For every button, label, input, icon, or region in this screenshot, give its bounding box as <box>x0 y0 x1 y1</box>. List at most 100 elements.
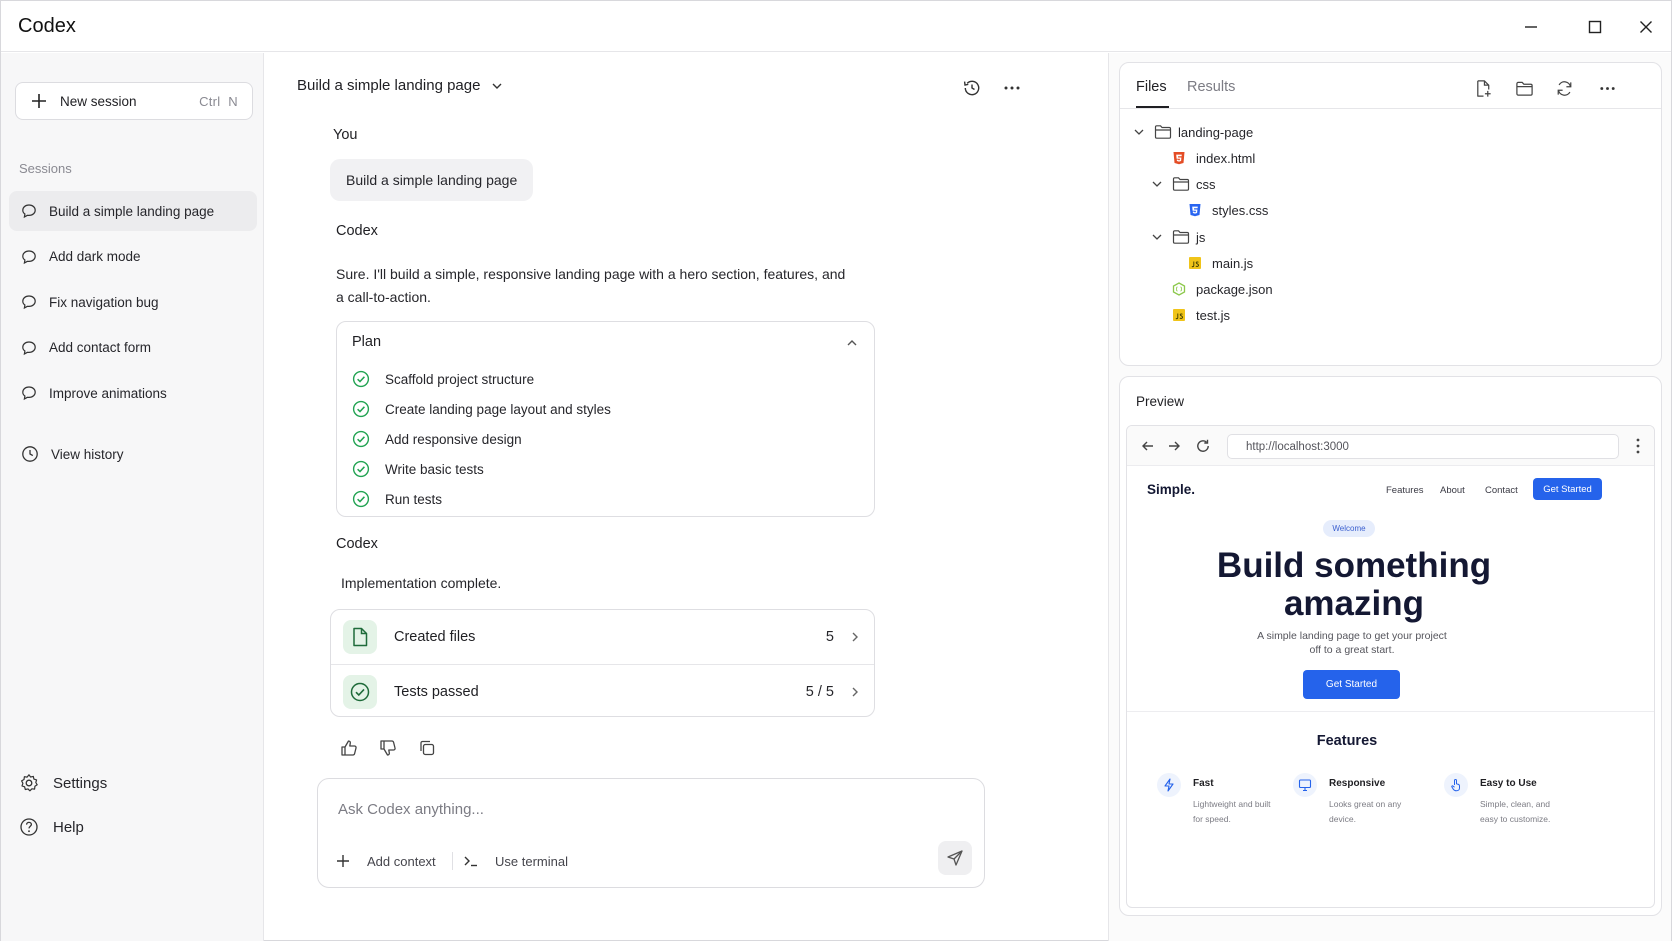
preview-title: Preview <box>1136 394 1185 409</box>
site-get-started-hero[interactable]: Get Started <box>1303 670 1400 699</box>
reload-button[interactable] <box>1194 437 1212 455</box>
hero-subtitle-line-1: A simple landing page to get your projec… <box>1257 630 1447 642</box>
thumbs-up-icon <box>341 740 357 756</box>
chevron-up-icon[interactable] <box>844 335 860 351</box>
feature-desc: Simple, clean, and easy to customize. <box>1480 797 1570 827</box>
settings-button[interactable]: Settings <box>9 763 257 803</box>
plan-item-label: Write basic tests <box>385 461 484 477</box>
close-window-button[interactable] <box>1623 11 1669 43</box>
view-history-link[interactable]: View history <box>9 434 257 474</box>
chat-bubble-icon <box>22 249 36 264</box>
send-button[interactable] <box>938 841 972 875</box>
tests-passed-count: 5 / 5 <box>805 683 834 700</box>
more-options-button[interactable] <box>999 75 1025 101</box>
session-label: Add contact form <box>49 340 152 355</box>
session-list: Build a simple landing page Add dark mod… <box>9 191 257 419</box>
browser-frame: http://localhost:3000 Simple. Features A… <box>1126 425 1655 908</box>
session-title-dropdown[interactable]: Build a simple landing page <box>297 77 504 94</box>
tree-label: js <box>1196 229 1206 245</box>
session-item-dark-mode[interactable]: Add dark mode <box>9 237 257 277</box>
add-context-button[interactable]: Add context <box>335 849 436 873</box>
session-label: Build a simple landing page <box>49 203 215 219</box>
new-session-button[interactable]: New session Ctrl N <box>15 82 253 120</box>
folder-icon <box>1172 177 1190 191</box>
help-button[interactable]: Help <box>9 807 257 847</box>
tab-files[interactable]: Files <box>1136 79 1167 95</box>
feature-desc-line: device. <box>1329 814 1356 824</box>
plan-list: Scaffold project structure Create landin… <box>352 364 611 514</box>
tree-file-package-json[interactable]: package.json <box>1172 278 1273 300</box>
folder-icon <box>1172 230 1190 244</box>
url-field[interactable]: http://localhost:3000 <box>1227 434 1619 459</box>
copy-button[interactable] <box>416 737 438 759</box>
thumbs-down-icon <box>380 740 396 756</box>
tree-folder-landing-page[interactable]: landing-page <box>1132 121 1253 143</box>
more-vertical-icon[interactable] <box>1630 437 1646 455</box>
site-nav-contact[interactable]: Contact <box>1485 485 1518 496</box>
tree-label: styles.css <box>1212 202 1269 218</box>
tests-passed-row[interactable]: Tests passed 5 / 5 <box>331 664 874 716</box>
check-circle-icon <box>352 400 370 418</box>
settings-label: Settings <box>53 774 108 792</box>
json-file-icon <box>1172 282 1186 296</box>
hand-pointer-icon <box>1444 773 1468 797</box>
feature-desc-line: for speed. <box>1193 814 1231 824</box>
tree-file-test-js[interactable]: test.js <box>1172 304 1230 326</box>
tree-label: package.json <box>1196 281 1273 297</box>
created-files-count: 5 <box>825 629 834 645</box>
session-item-navigation-bug[interactable]: Fix navigation bug <box>9 282 257 322</box>
check-circle-icon <box>352 370 370 388</box>
thumbs-up-button[interactable] <box>338 737 360 759</box>
browser-toolbar: http://localhost:3000 <box>1127 426 1654 466</box>
refresh-button[interactable] <box>1552 76 1576 100</box>
help-icon <box>20 818 38 836</box>
site-get-started-top[interactable]: Get Started <box>1533 478 1602 500</box>
chevron-down-icon <box>1152 234 1162 240</box>
title-bar: Codex <box>1 1 1671 52</box>
sessions-heading: Sessions <box>19 161 72 176</box>
created-files-row[interactable]: Created files 5 <box>331 610 874 664</box>
reload-icon <box>1197 439 1209 452</box>
session-item-contact-form[interactable]: Add contact form <box>9 328 257 368</box>
tree-folder-css[interactable]: css <box>1150 173 1216 195</box>
site-nav-features[interactable]: Features <box>1386 485 1424 496</box>
files-more-button[interactable] <box>1595 76 1619 100</box>
tree-file-index-html[interactable]: index.html <box>1172 147 1255 169</box>
chevron-down-icon <box>492 83 502 89</box>
tree-file-main-js[interactable]: main.js <box>1188 252 1253 274</box>
tree-file-styles-css[interactable]: styles.css <box>1188 199 1268 221</box>
plan-item: Scaffold project structure <box>352 364 611 394</box>
maximize-button[interactable] <box>1572 11 1618 43</box>
tree-label: test.js <box>1196 307 1230 323</box>
site-divider <box>1127 711 1654 712</box>
session-item-landing-page[interactable]: Build a simple landing page <box>9 191 257 231</box>
new-folder-button[interactable] <box>1512 76 1536 100</box>
site-logo: Simple. <box>1147 482 1196 497</box>
feature-desc: Looks great on any device. <box>1329 797 1419 827</box>
welcome-badge: Welcome <box>1323 520 1375 537</box>
use-terminal-button[interactable]: Use terminal <box>463 849 568 873</box>
ask-codex-input[interactable] <box>338 797 938 821</box>
created-files-label: Created files <box>394 629 476 645</box>
hero-line-2: amazing <box>1283 584 1425 623</box>
session-item-animations[interactable]: Improve animations <box>9 373 257 413</box>
right-panel: Files Results landing-page index.html cs… <box>1108 53 1671 941</box>
files-panel: Files Results landing-page index.html cs… <box>1119 62 1662 366</box>
clock-icon <box>22 446 38 462</box>
close-icon <box>1640 21 1652 33</box>
tab-results[interactable]: Results <box>1187 79 1235 95</box>
use-terminal-label: Use terminal <box>495 853 568 869</box>
site-nav-about[interactable]: About <box>1440 485 1465 496</box>
forward-button[interactable] <box>1165 437 1183 455</box>
composer: Add context Use terminal <box>317 778 985 888</box>
tree-folder-js[interactable]: js <box>1150 226 1205 248</box>
terminal-icon <box>464 856 477 867</box>
feature-name: Responsive <box>1329 778 1386 789</box>
app-window: Codex New session Ctrl N Sessions Build … <box>0 0 1672 941</box>
back-button[interactable] <box>1139 437 1157 455</box>
new-file-button[interactable] <box>1471 76 1495 100</box>
minimize-button[interactable] <box>1508 11 1554 43</box>
history-button[interactable] <box>959 75 985 101</box>
preview-panel: Preview http://localhost:3000 Simple. Fe… <box>1119 376 1662 916</box>
thumbs-down-button[interactable] <box>377 737 399 759</box>
